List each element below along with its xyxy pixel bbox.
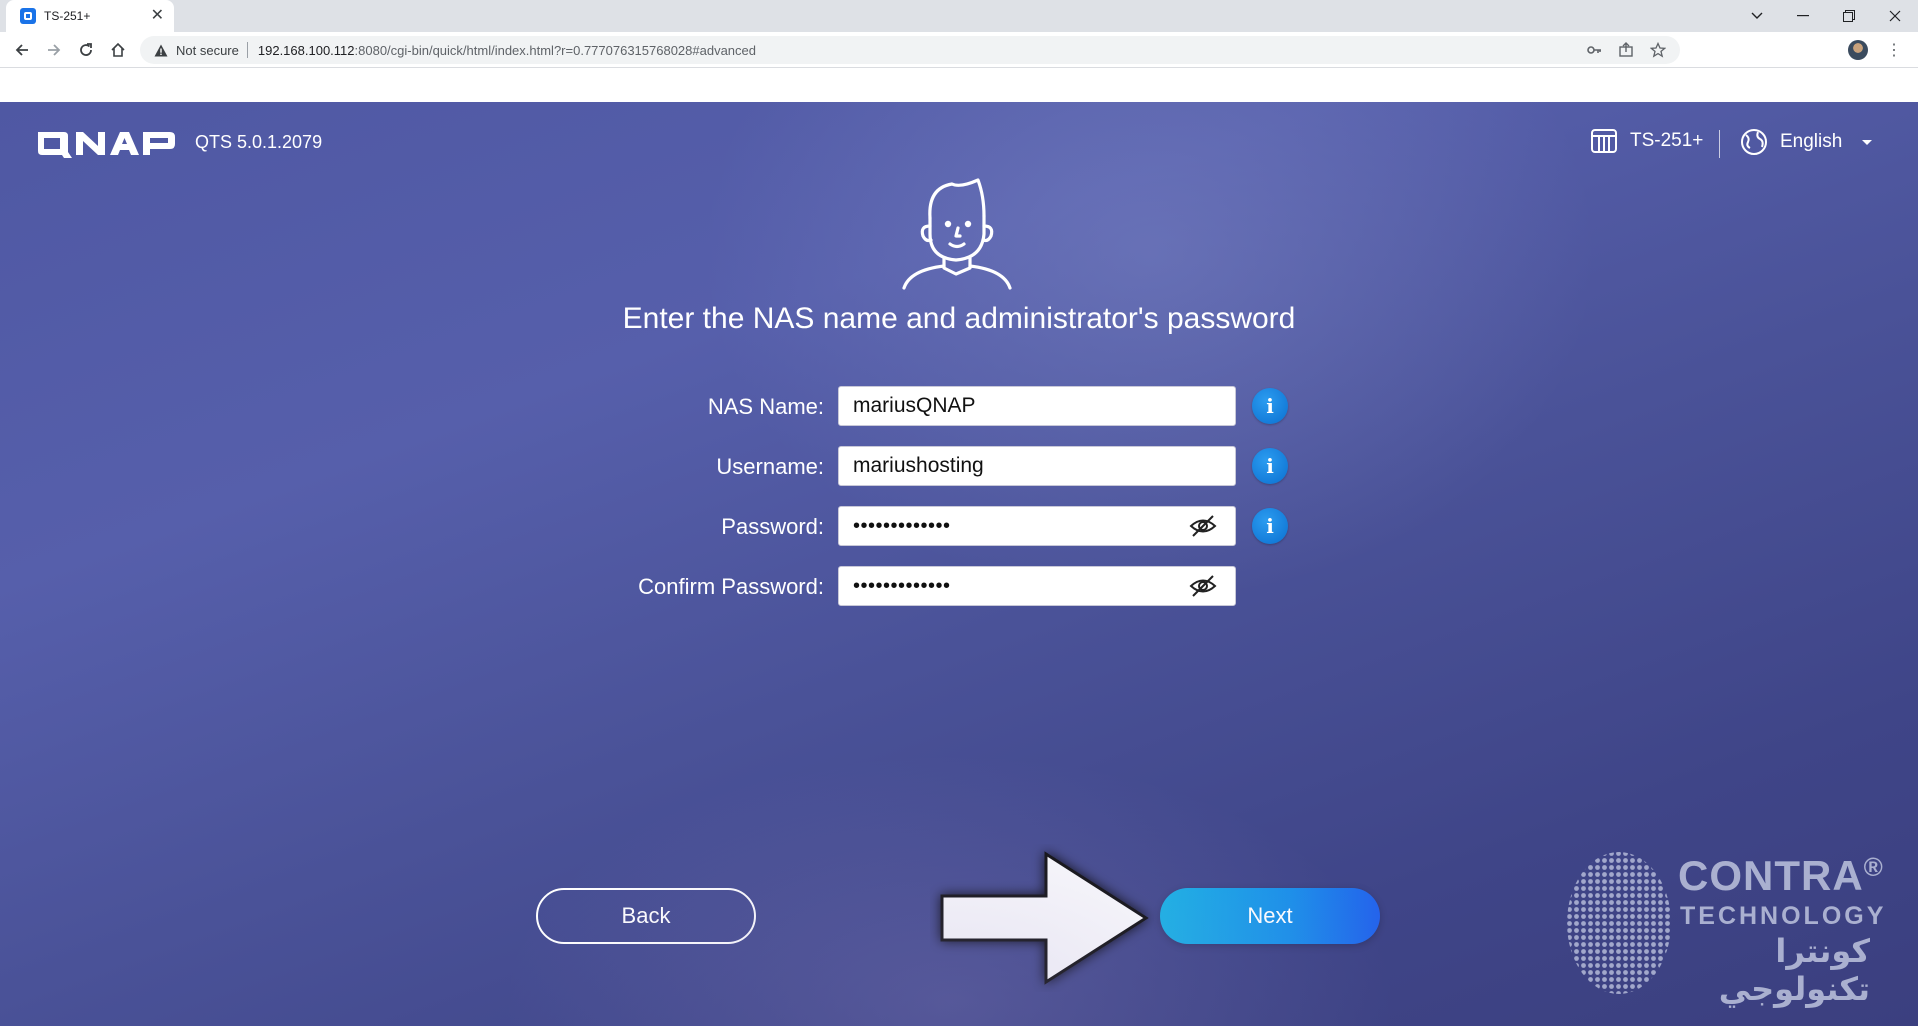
qnap-setup-page: QTS 5.0.1.2079 TS-251+ English Enter the… [0,102,1918,1026]
browser-tabstrip: TS-251+ ✕ [0,0,1918,32]
username-label: Username: [716,454,824,479]
reload-icon[interactable] [74,38,98,62]
password-row: Password: i [0,506,1918,546]
password-label: Password: [721,514,824,539]
back-button[interactable]: Back [536,888,756,944]
watermark-subtitle: TECHNOLOGY [1680,902,1887,930]
window-close-icon[interactable] [1872,0,1918,32]
nas-name-label: NAS Name: [707,394,824,419]
window-controls [1734,0,1918,32]
confirm-password-input[interactable] [838,566,1236,606]
watermark-arabic: كونترا تكنولوجي [1718,932,1870,1008]
username-row: Username: i [0,446,1918,486]
language-label: English [1780,131,1843,152]
address-separator [246,42,248,58]
globe-icon [1741,129,1767,155]
page-heading: Enter the NAS name and administrator's p… [622,302,1296,335]
browser-toolbar: Not secure 192.168.100.112:8080/cgi-bin/… [0,32,1918,68]
qnap-logo [38,132,175,158]
confirm-password-label: Confirm Password: [638,574,824,599]
password-input[interactable] [838,506,1236,546]
key-icon[interactable] [1586,42,1602,61]
warning-icon[interactable] [154,42,170,58]
confirm-password-row: Confirm Password: [0,566,1918,606]
back-arrow-icon[interactable] [10,38,34,62]
device-icon [1591,129,1617,153]
device-info: TS-251+ [1590,128,1703,154]
address-bar[interactable]: Not secure 192.168.100.112:8080/cgi-bin/… [140,36,1680,64]
header-divider [1719,130,1720,158]
language-selector[interactable]: English [1740,128,1873,156]
username-input[interactable] [838,446,1236,486]
home-icon[interactable] [106,38,130,62]
device-name: TS-251+ [1630,130,1704,151]
password-info-icon[interactable]: i [1252,508,1288,544]
watermark-title: CONTRA® [1678,852,1884,899]
dotted-globe-icon [1567,852,1671,994]
contra-watermark: CONTRA® TECHNOLOGY كونترا تكنولوجي [1566,850,1896,1008]
restore-icon[interactable] [1826,0,1872,32]
user-avatar-icon [902,178,1012,290]
tab-close-icon[interactable]: ✕ [151,8,164,24]
qnap-favicon-icon [20,8,36,24]
browser-tab[interactable]: TS-251+ ✕ [6,0,174,32]
arrow-icon [940,851,1149,985]
nas-name-info-icon[interactable]: i [1252,388,1288,424]
url-host: 192.168.100.112 [257,42,355,58]
qts-version: QTS 5.0.1.2079 [195,132,323,152]
eye-off-icon[interactable] [1188,572,1218,600]
tab-title: TS-251+ [44,9,91,23]
security-label[interactable]: Not secure [176,43,239,58]
chevron-down-icon [1862,139,1873,145]
forward-arrow-icon[interactable] [42,38,66,62]
url-path: :8080/cgi-bin/quick/html/index.html?r=0.… [354,42,756,58]
share-icon[interactable] [1618,42,1634,61]
bookmarks-bar [0,68,1918,102]
minimize-icon[interactable] [1780,0,1826,32]
profile-avatar[interactable] [1848,40,1868,60]
tab-search-icon[interactable] [1734,0,1780,32]
browser-menu-icon[interactable]: ⋮ [1884,40,1904,60]
bookmark-star-icon[interactable] [1649,41,1667,61]
nas-name-input[interactable] [838,386,1236,426]
username-info-icon[interactable]: i [1252,448,1288,484]
address-bar-actions [1586,41,1667,61]
eye-off-icon[interactable] [1188,512,1218,540]
next-button[interactable]: Next [1160,888,1380,944]
nas-name-row: NAS Name: i [0,386,1918,426]
